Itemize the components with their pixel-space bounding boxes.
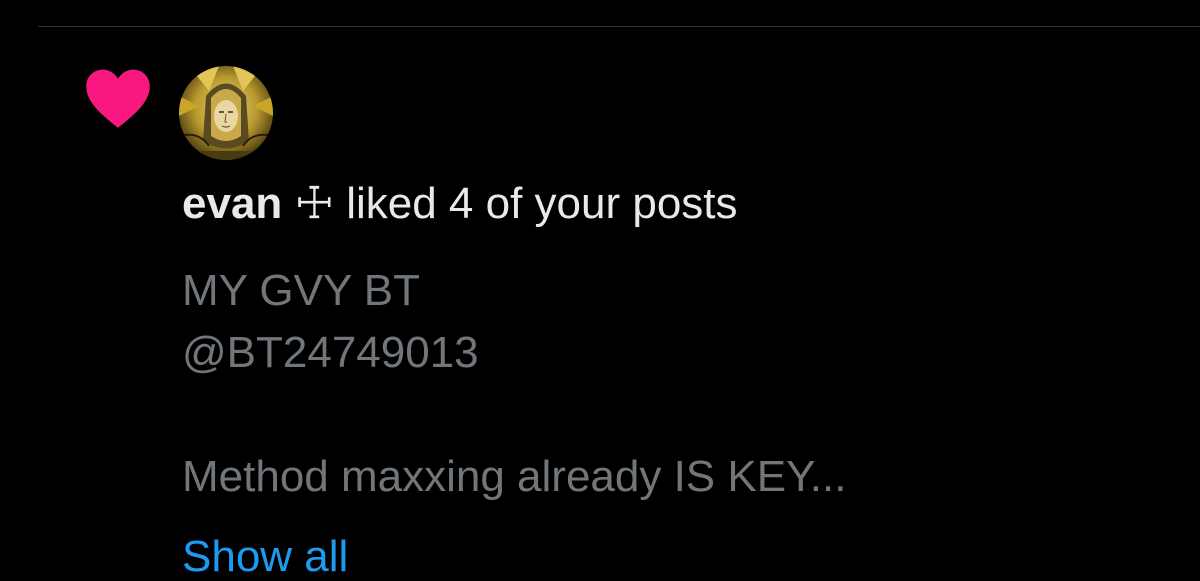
post-line-2: @BT24749013 [182,328,479,377]
post-preview[interactable]: MY GVY BT @BT24749013 Method maxxing alr… [182,260,1162,508]
actor-name[interactable]: evan [182,179,282,228]
notification-text: evan ☩ liked 4 of your posts [182,176,738,232]
notification-item[interactable]: evan ☩ liked 4 of your posts MY GVY BT @… [0,0,1200,581]
avatar[interactable] [179,66,273,160]
cross-icon: ☩ [294,179,334,228]
post-line-1: MY GVY BT [182,266,421,315]
post-line-3: Method maxxing already IS KEY... [182,452,847,501]
heart-icon [84,66,152,130]
divider [38,26,1200,27]
action-text: liked 4 of your posts [333,179,738,228]
show-all-link[interactable]: Show all [182,526,348,581]
